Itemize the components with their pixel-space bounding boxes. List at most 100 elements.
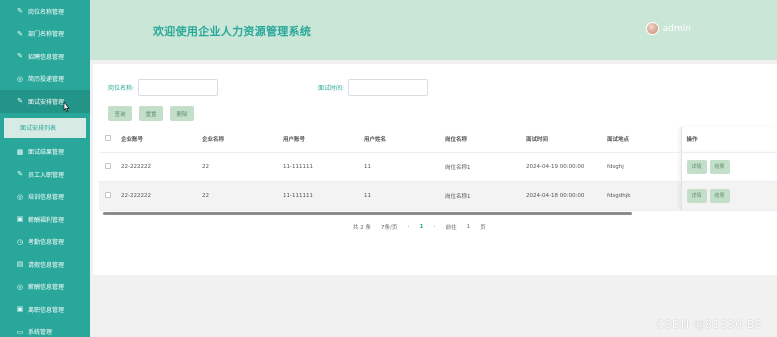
edit-icon: ✎ [17,7,23,16]
column-header: 面试地点 [607,127,681,153]
sidebar-item-label: 离职信息管理 [28,306,65,314]
header: 欢迎使用企业人力资源管理系统 admin [90,0,777,60]
sidebar-item-onboarding[interactable]: ✎ 员工入职管理 [0,163,90,186]
grid-icon: ▦ [16,147,24,156]
sidebar-item-label: 培训信息管理 [28,194,65,202]
detail-button[interactable]: 详情 [686,159,707,174]
page-title: 欢迎使用企业人力资源管理系统 [153,25,312,38]
cell-actions: 详情 结果 [680,181,777,211]
data-table: 企业账号 企业名称 用户账号 用户姓名 岗位名称 面试时间 面试地点 操作 22… [99,127,777,211]
position-input[interactable] [138,79,219,96]
column-header: 岗位名称 [445,127,526,153]
prev-page-button[interactable]: ‹ [407,224,409,230]
sidebar-item-label: 请假信息管理 [28,261,65,269]
interview-time-label: 面试时间: [318,85,345,92]
sidebar-item-position[interactable]: ✎ 岗位名称管理 [0,0,90,23]
sidebar-item-label: 简历投递管理 [28,76,65,84]
edit-icon: ✎ [17,52,23,61]
cell-user-account: 11-111111 [283,152,364,182]
column-header: 用户姓名 [364,127,445,153]
reset-button[interactable]: 重置 [139,106,163,121]
sidebar-item-training[interactable]: ◎ 培训信息管理 [0,186,90,209]
result-button[interactable]: 结果 [709,159,730,174]
sidebar-item-label: 面试结果管理 [28,149,65,157]
cell-interview-time: 2024-04-18 00:00:00 [526,181,607,211]
watermark: CSDN @81330-BS [656,318,762,331]
sidebar-item-label: 系统管理 [28,329,53,337]
sidebar-item-recruitment[interactable]: ✎ 招聘信息管理 [0,45,90,68]
mouse-cursor-icon [63,101,70,113]
chat-icon: ◎ [16,74,24,83]
goto-page-input[interactable]: 1 [467,224,471,230]
sidebar-item-label: 薪酬信息管理 [28,284,65,292]
sidebar-subitem-label: 面试安排列表 [20,125,57,132]
page-suffix: 页 [480,225,486,231]
user-menu[interactable]: admin [645,22,691,35]
chat-icon: ◎ [16,192,24,201]
table-header-row: 企业账号 企业名称 用户账号 用户姓名 岗位名称 面试时间 面试地点 操作 [99,127,777,153]
sidebar-item-label: 岗位名称管理 [28,8,65,16]
column-header: 企业名称 [202,127,283,153]
cell-user-name: 11 [364,181,445,211]
row-checkbox[interactable] [105,162,111,169]
delete-button[interactable]: 删除 [170,106,194,121]
column-header: 企业账号 [121,127,202,153]
goto-label: 前往 [445,225,457,231]
result-button[interactable]: 结果 [709,188,730,203]
sidebar-item-label: 薪酬福利管理 [28,216,65,224]
cell-position: 岗位名称1 [445,181,526,211]
cell-company-name: 22 [202,181,283,211]
sidebar-item-interview[interactable]: ✎ 面试安排管理 [0,90,90,113]
sidebar-item-label: 面试安排管理 [28,98,65,106]
edit-icon: ✎ [17,170,23,179]
cell-company-account: 22-222222 [121,181,202,211]
content-panel: 岗位名称: 面试时间: 查询 重置 删除 企业账号 企业名称 用户账号 用户姓名… [93,64,777,275]
column-header: 面试时间 [526,127,607,153]
horizontal-scrollbar[interactable] [103,212,632,215]
cell-company-name: 22 [202,152,283,182]
page-number[interactable]: 1 [420,224,424,230]
sidebar-item-leave[interactable]: ▤ 请假信息管理 [0,253,90,276]
select-all-checkbox[interactable] [105,135,111,142]
sidebar-item-label: 部门名称管理 [28,31,65,39]
table-row: 22-222222 22 11-111111 11 岗位名称1 2024-04-… [99,152,777,182]
sidebar-item-attendance[interactable]: ◷ 考勤信息管理 [0,231,90,254]
document-icon: ▤ [16,260,24,269]
image-icon: ▣ [16,215,24,224]
next-page-button[interactable]: › [433,224,435,230]
sidebar-item-resume[interactable]: ◎ 简历投递管理 [0,68,90,91]
cell-user-name: 11 [364,152,445,182]
total-count: 共 2 条 [353,225,371,231]
cell-interview-time: 2024-04-19 00:00:00 [526,152,607,182]
action-buttons: 查询 重置 删除 [108,106,194,121]
search-bar: 岗位名称: 面试时间: [108,79,429,96]
sidebar-subitem-interview-list[interactable]: 面试安排列表 [4,117,86,138]
sidebar-item-system[interactable]: ▭ 系统管理 [0,321,90,337]
position-label: 岗位名称: [108,85,135,92]
column-header: 用户账号 [283,127,364,153]
detail-button[interactable]: 详情 [686,188,707,203]
query-button[interactable]: 查询 [108,106,132,121]
monitor-icon: ▭ [16,327,24,336]
chat-icon: ◎ [16,282,24,291]
sidebar-item-label: 考勤信息管理 [28,239,65,247]
avatar[interactable] [645,22,659,35]
cell-position: 岗位名称1 [445,152,526,182]
sidebar-item-resignation[interactable]: ▣ 离职信息管理 [0,298,90,321]
sidebar-item-benefits[interactable]: ▣ 薪酬福利管理 [0,208,90,231]
page-size-select[interactable]: 7条/页 [381,223,397,231]
edit-icon: ✎ [17,97,23,106]
sidebar-item-salary[interactable]: ◎ 薪酬信息管理 [0,276,90,299]
sidebar-item-label: 招聘信息管理 [28,53,65,61]
cell-user-account: 11-111111 [283,181,364,211]
cell-company-account: 22-222222 [121,152,202,182]
image-icon: ▣ [16,305,24,314]
clock-icon: ◷ [16,237,24,246]
sidebar-item-interview-result[interactable]: ▦ 面试结果管理 [0,141,90,164]
sidebar-item-department[interactable]: ✎ 部门名称管理 [0,23,90,46]
username[interactable]: admin [663,24,691,34]
cell-interview-place: fdsghj [607,152,681,182]
interview-time-input[interactable] [348,79,429,96]
row-checkbox[interactable] [105,191,111,198]
table-row: 22-222222 22 11-111111 11 岗位名称1 2024-04-… [99,181,777,211]
